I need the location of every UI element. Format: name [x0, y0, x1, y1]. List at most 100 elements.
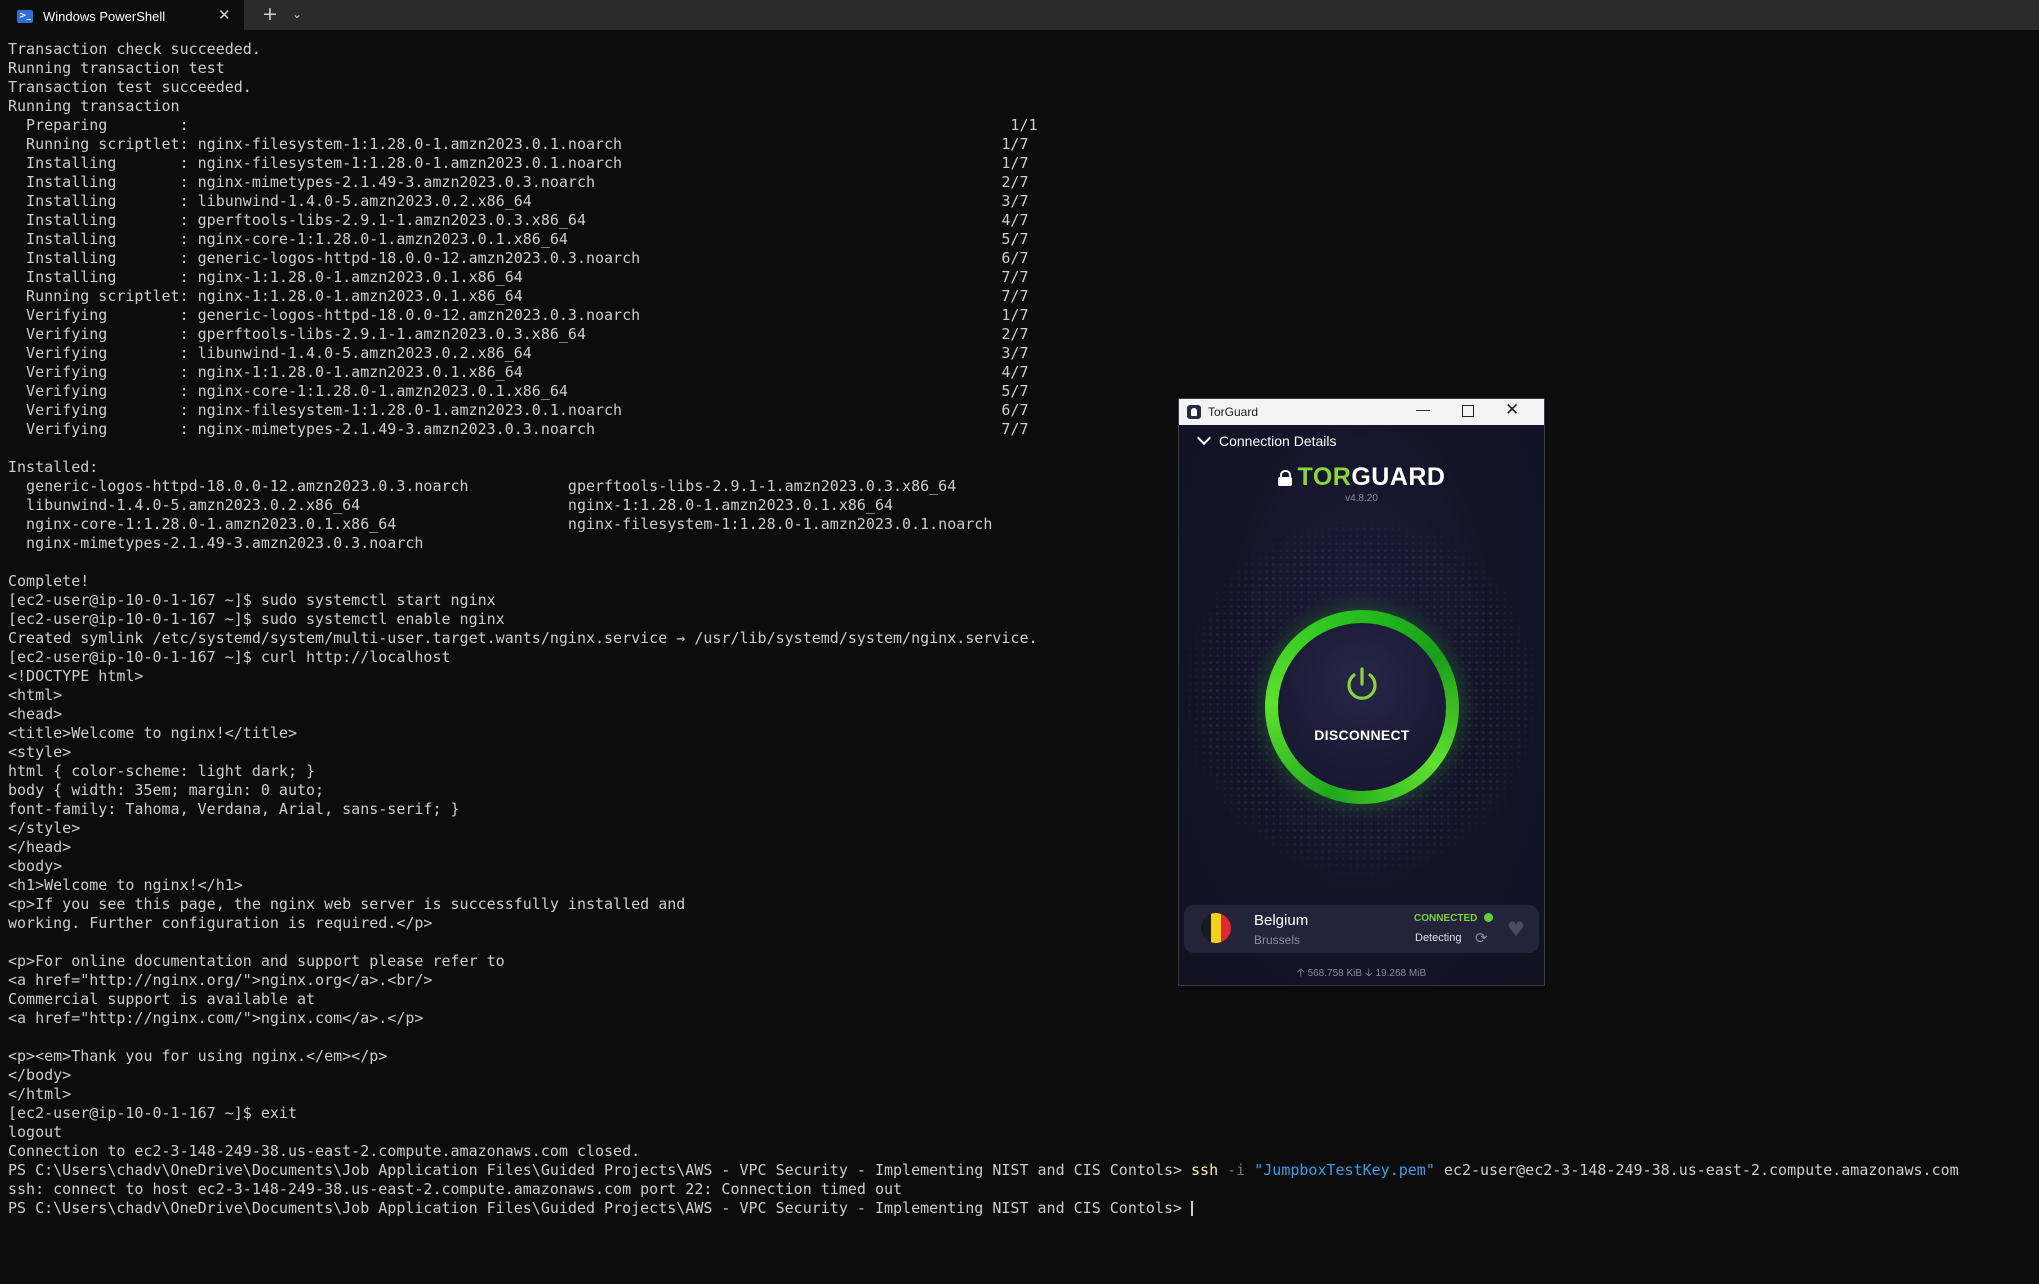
flag-stripe — [1211, 913, 1221, 943]
terminal-line: Connection to ec2-3-148-249-38.us-east-2… — [8, 1142, 641, 1160]
terminal-line: Installing : nginx-core-1:1.28.0-1.amzn2… — [8, 230, 1029, 248]
terminal-output[interactable]: Transaction check succeeded. Running tran… — [8, 40, 2028, 1280]
terminal-line: Complete! — [8, 572, 90, 590]
download-arrow-icon: 🡣 — [1364, 966, 1373, 979]
connection-details-toggle[interactable]: Connection Details — [1196, 430, 1337, 449]
ssh-prompt: PS C:\Users\chadv\OneDrive\Documents\Job… — [8, 1161, 1192, 1179]
terminal-line: <style> — [8, 743, 72, 761]
terminal-line: libunwind-1.4.0-5.amzn2023.0.2.x86_64 ng… — [8, 496, 894, 514]
terminal-line: Verifying : nginx-filesystem-1:1.28.0-1.… — [8, 401, 1029, 419]
terminal-line: nginx-mimetypes-2.1.49-3.amzn2023.0.3.no… — [8, 534, 424, 552]
lock-icon — [1277, 470, 1292, 486]
terminal-line: [ec2-user@ip-10-0-1-167 ~]$ sudo systemc… — [8, 610, 505, 628]
terminal-line: [ec2-user@ip-10-0-1-167 ~]$ exit — [8, 1104, 297, 1122]
torguard-logo: TORGUARD — [1179, 463, 1544, 492]
chevron-down-icon[interactable]: ⌄ — [292, 7, 302, 21]
terminal-line: </head> — [8, 838, 72, 856]
terminal-line: Installing : libunwind-1.4.0-5.amzn2023.… — [8, 192, 1029, 210]
terminal-line: Preparing : 1/1 — [8, 116, 1038, 134]
maximize-icon[interactable] — [1462, 405, 1474, 417]
close-icon[interactable]: ✕ — [1505, 400, 1519, 420]
tab-windows-powershell[interactable]: >_ Windows PowerShell ✕ — [0, 0, 244, 30]
connection-status: CONNECTED — [1414, 913, 1478, 924]
terminal-line: Running transaction test — [8, 59, 225, 77]
torguard-window: TorGuard — ✕ Connection Details TORGUARD… — [1178, 398, 1545, 986]
torguard-app-icon — [1187, 405, 1201, 419]
terminal-line: Verifying : generic-logos-httpd-18.0.0-1… — [8, 306, 1029, 324]
terminal-line: nginx-core-1:1.28.0-1.amzn2023.0.1.x86_6… — [8, 515, 993, 533]
close-tab-icon[interactable]: ✕ — [218, 6, 231, 24]
terminal-line: generic-logos-httpd-18.0.0-12.amzn2023.0… — [8, 477, 957, 495]
current-prompt-line[interactable]: PS C:\Users\chadv\OneDrive\Documents\Job… — [8, 1199, 2028, 1218]
power-icon — [1347, 667, 1377, 700]
terminal-line: <title>Welcome to nginx!</title> — [8, 724, 297, 742]
terminal-line: Verifying : nginx-core-1:1.28.0-1.amzn20… — [8, 382, 1029, 400]
terminal-line: Installed: — [8, 458, 99, 476]
terminal-line: Installing : nginx-1:1.28.0-1.amzn2023.0… — [8, 268, 1029, 286]
ssh-target: ec2-user@ec2-3-148-249-38.us-east-2.comp… — [1434, 1161, 1959, 1179]
terminal-line: Created symlink /etc/systemd/system/mult… — [8, 629, 1038, 647]
powershell-icon: >_ — [17, 10, 33, 23]
terminal-line: Running scriptlet: nginx-filesystem-1:1.… — [8, 135, 1029, 153]
torguard-titlebar[interactable]: TorGuard — ✕ — [1179, 399, 1544, 425]
ssh-key: "JumpboxTestKey.pem" — [1254, 1161, 1435, 1179]
download-amount: 19.268 MiB — [1375, 968, 1427, 979]
terminal-line: <p>If you see this page, the nginx web s… — [8, 895, 686, 913]
current-prompt: PS C:\Users\chadv\OneDrive\Documents\Job… — [8, 1199, 1192, 1217]
belgium-flag-icon — [1201, 913, 1231, 943]
flag-stripe — [1221, 913, 1231, 943]
flag-stripe — [1201, 913, 1211, 943]
terminal-line: Verifying : libunwind-1.4.0-5.amzn2023.0… — [8, 344, 1029, 362]
terminal-line: Verifying : gperftools-libs-2.9.1-1.amzn… — [8, 325, 1029, 343]
ssh-error-line: ssh: connect to host ec2-3-148-249-38.us… — [8, 1180, 903, 1198]
terminal-line: </style> — [8, 819, 81, 837]
ssh-flag: -i — [1218, 1161, 1255, 1179]
terminal-line: [ec2-user@ip-10-0-1-167 ~]$ sudo systemc… — [8, 591, 496, 609]
terminal-line: Running scriptlet: nginx-1:1.28.0-1.amzn… — [8, 287, 1029, 305]
terminal-line: </html> — [8, 1085, 72, 1103]
country-name: Belgium — [1254, 912, 1309, 929]
tab-title: Windows PowerShell — [43, 9, 166, 24]
terminal-line: html { color-scheme: light dark; } — [8, 762, 316, 780]
terminal-line: <a href="http://nginx.org/">nginx.org</a… — [8, 971, 433, 989]
text-cursor — [1191, 1201, 1194, 1216]
tab-bar: >_ Windows PowerShell ✕ + ⌄ — [0, 0, 2039, 30]
terminal-line: Verifying : nginx-1:1.28.0-1.amzn2023.0.… — [8, 363, 1029, 381]
logo-guard: GUARD — [1351, 463, 1446, 491]
terminal-line: <p><em>Thank you for using nginx.</em></… — [8, 1047, 388, 1065]
city-name: Brussels — [1254, 933, 1301, 947]
terminal-line: Installing : generic-logos-httpd-18.0.0-… — [8, 249, 1029, 267]
location-card[interactable]: Belgium Brussels CONNECTED Detecting ⟳ ♥ — [1184, 905, 1539, 953]
traffic-stats: 🡡 568.758 KiB 🡣 19.268 MiB — [1179, 964, 1544, 983]
terminal-line: Verifying : nginx-mimetypes-2.1.49-3.amz… — [8, 420, 1029, 438]
torguard-main: Connection Details TORGUARD v4.8.20 DISC… — [1179, 425, 1544, 985]
terminal-line: font-family: Tahoma, Verdana, Arial, san… — [8, 800, 460, 818]
disconnect-button[interactable]: DISCONNECT — [1265, 610, 1459, 804]
terminal-line: <p>For online documentation and support … — [8, 952, 505, 970]
disconnect-button-inner: DISCONNECT — [1278, 623, 1446, 791]
terminal-line: </body> — [8, 1066, 72, 1084]
upload-amount: 568.758 KiB — [1307, 968, 1363, 979]
terminal-line: body { width: 35em; margin: 0 auto; — [8, 781, 325, 799]
terminal-line: <body> — [8, 857, 63, 875]
terminal-line: [ec2-user@ip-10-0-1-167 ~]$ curl http://… — [8, 648, 451, 666]
favorite-heart-icon[interactable]: ♥ — [1507, 917, 1525, 941]
torguard-window-title: TorGuard — [1208, 405, 1259, 419]
logo-tor: TOR — [1297, 463, 1352, 491]
minimize-icon[interactable]: — — [1416, 401, 1430, 417]
upload-arrow-icon: 🡡 — [1296, 966, 1305, 979]
terminal-line: Running transaction — [8, 97, 180, 115]
refresh-icon[interactable]: ⟳ — [1475, 929, 1488, 947]
new-tab-icon[interactable]: + — [262, 3, 278, 25]
terminal-line: Installing : nginx-filesystem-1:1.28.0-1… — [8, 154, 1029, 172]
disconnect-label: DISCONNECT — [1314, 727, 1410, 743]
terminal-line: Transaction test succeeded. — [8, 78, 252, 96]
terminal-line: <head> — [8, 705, 63, 723]
terminal-line: Transaction check succeeded. — [8, 40, 261, 58]
terminal-line: Installing : gperftools-libs-2.9.1-1.amz… — [8, 211, 1029, 229]
terminal-line: logout — [8, 1123, 63, 1141]
app-version: v4.8.20 — [1345, 493, 1378, 504]
